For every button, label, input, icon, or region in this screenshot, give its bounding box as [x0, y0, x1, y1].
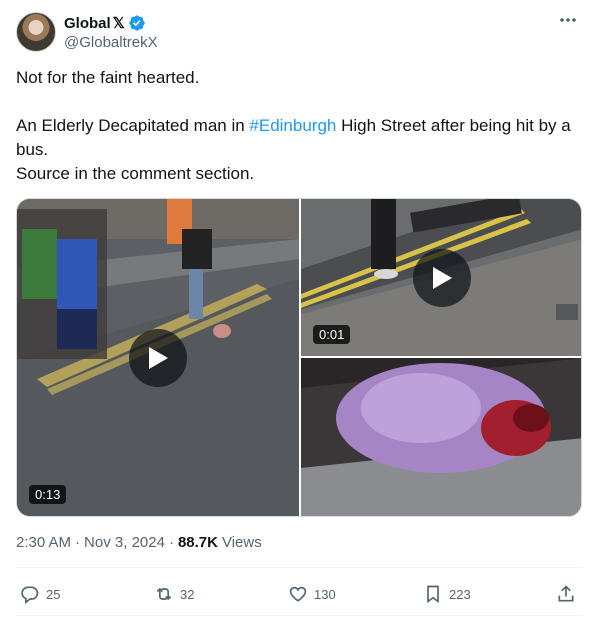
more-options-button[interactable]: [556, 10, 580, 30]
video-thumbnail-top-right[interactable]: 0:01: [301, 199, 581, 356]
repost-icon: [156, 587, 172, 601]
author-display-name[interactable]: Global: [64, 15, 111, 32]
more-horizontal-icon: [560, 18, 576, 22]
author-x-badge: 𝕏: [112, 15, 125, 32]
tweet-text: Not for the faint hearted. An Elderly De…: [16, 66, 582, 186]
reply-count: 25: [46, 586, 61, 602]
share-icon: [558, 585, 574, 602]
image-thumbnail-bottom-right[interactable]: [301, 358, 581, 516]
tweet-text-segment: An Elderly Decapitated man in: [16, 116, 250, 135]
repost-button[interactable]: 32: [154, 584, 194, 604]
meta-separator: ·: [168, 534, 174, 551]
meta-separator: ·: [75, 534, 81, 551]
bookmark-icon: [427, 585, 439, 604]
bookmark-count: 223: [449, 586, 471, 602]
media-grid: 0:13 0:01: [16, 198, 582, 517]
like-button[interactable]: 130: [288, 584, 336, 604]
heart-icon: [289, 586, 307, 602]
author-handle[interactable]: @GlobaltrekX: [64, 34, 158, 51]
tweet-text-line: An Elderly Decapitated man in #Edinburgh…: [16, 114, 582, 162]
reply-icon: [21, 586, 39, 604]
video-duration-badge: 0:01: [313, 325, 351, 344]
tweet-text-line: Not for the faint hearted.: [16, 68, 200, 87]
play-icon: [433, 267, 452, 289]
tweet-time[interactable]: 2:30 AM: [16, 534, 71, 551]
hashtag-link[interactable]: #Edinburgh: [249, 116, 336, 135]
repost-count: 32: [180, 586, 195, 602]
divider: [16, 567, 582, 568]
action-bar: 25 32 130 223: [16, 578, 582, 612]
play-button[interactable]: [413, 249, 471, 307]
tweet-metadata: 2:30 AM · Nov 3, 2024 · 88.7K Views: [16, 534, 262, 551]
share-button[interactable]: [556, 584, 576, 604]
divider: [16, 615, 582, 616]
author-name-row[interactable]: Global 𝕏: [64, 14, 146, 32]
tweet-header: Global 𝕏 @GlobaltrekX: [16, 12, 582, 54]
play-button[interactable]: [129, 329, 187, 387]
views-label: Views: [221, 534, 262, 551]
author-avatar[interactable]: [16, 12, 56, 52]
like-count: 130: [314, 586, 336, 602]
verified-badge-icon[interactable]: [128, 14, 146, 32]
video-thumbnail-left[interactable]: 0:13: [17, 199, 299, 516]
bookmark-button[interactable]: 223: [423, 584, 471, 604]
views-count: 88.7K: [177, 534, 218, 551]
reply-button[interactable]: 25: [20, 584, 60, 604]
play-icon: [149, 347, 168, 369]
video-duration-badge: 0:13: [29, 485, 67, 504]
tweet-date[interactable]: Nov 3, 2024: [84, 534, 165, 551]
tweet-text-line: Source in the comment section.: [16, 164, 255, 183]
photo-image: [301, 358, 581, 516]
